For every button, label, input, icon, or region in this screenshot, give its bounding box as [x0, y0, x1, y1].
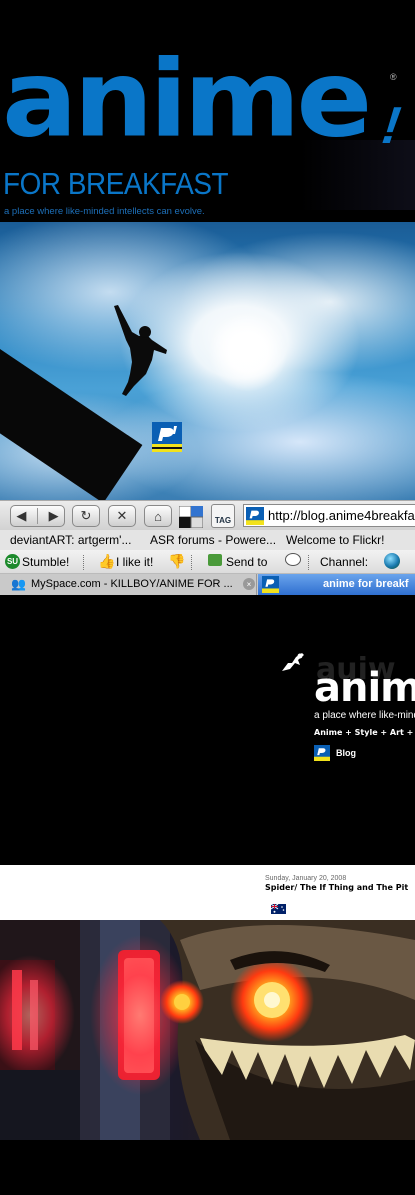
site-logo-word: anime: [2, 37, 372, 161]
site-favicon-icon: [262, 576, 279, 593]
blog-link-label[interactable]: Blog: [336, 748, 356, 758]
stop-button[interactable]: ✕: [108, 505, 136, 527]
sun-glow: [208, 312, 288, 392]
comment-bubble-icon[interactable]: [285, 553, 301, 566]
close-icon: ✕: [116, 508, 128, 523]
page-tagline: a place where like-mind: [314, 710, 415, 721]
back-forward-buttons[interactable]: ◀ ▶: [10, 505, 65, 527]
myspace-icon: 👥: [11, 577, 26, 591]
blog-badge-icon: [314, 745, 330, 761]
bookmark-item[interactable]: deviantART: artgerm'...: [10, 533, 131, 547]
address-bar-url[interactable]: http://blog.anime4breakfast: [268, 508, 415, 523]
home-icon: ⌂: [154, 508, 162, 524]
tab-anime-for-breakfast[interactable]: anime for breakf: [258, 574, 415, 595]
blog-post-header: Sunday, January 20, 2008 Spider/ The If …: [0, 865, 415, 920]
site-tagline: a place where like-minded intellects can…: [4, 206, 205, 217]
bookmark-item[interactable]: Welcome to Flickr!: [286, 533, 384, 547]
monster-illustration: [0, 920, 415, 1140]
bookmark-item[interactable]: ASR forums - Powere...: [150, 533, 276, 547]
anime4breakfast-badge-icon: [152, 422, 182, 452]
tab-label[interactable]: anime for breakf: [323, 578, 409, 590]
reload-button[interactable]: ↻: [72, 505, 100, 527]
tab-label[interactable]: MySpace.com - KILLBOY/ANIME FOR ...: [31, 578, 233, 590]
page-bottom-bar: [0, 1140, 415, 1195]
channel-label: Channel:: [320, 555, 369, 569]
send-to-icon[interactable]: [208, 554, 222, 566]
diver-silhouette-icon: [114, 305, 167, 396]
send-to-button[interactable]: Send to: [226, 555, 267, 569]
close-tab-icon[interactable]: ×: [243, 578, 255, 590]
tab-bar: 👥 MySpace.com - KILLBOY/ANIME FOR ... × …: [0, 574, 415, 595]
registered-mark: ®: [390, 72, 397, 82]
back-arrow-icon[interactable]: ◀: [16, 508, 26, 524]
site-header: anime ® ! FOR BREAKFAST a place where li…: [0, 0, 415, 222]
like-button[interactable]: I like it!: [116, 555, 153, 569]
thumbs-up-icon[interactable]: 👍: [98, 553, 115, 570]
page-nav[interactable]: Anime + Style + Art +: [314, 728, 413, 737]
home-button[interactable]: ⌂: [144, 505, 172, 527]
post-title[interactable]: Spider/ The If Thing and The Pit: [265, 883, 408, 892]
reload-icon: ↻: [80, 508, 92, 523]
tab-myspace[interactable]: 👥 MySpace.com - KILLBOY/ANIME FOR ... ×: [0, 574, 257, 595]
post-date: Sunday, January 20, 2008: [265, 875, 347, 882]
stumbleupon-icon[interactable]: SU: [5, 554, 20, 569]
forward-arrow-icon[interactable]: ▶: [49, 508, 59, 524]
delicious-icon[interactable]: [179, 506, 203, 528]
address-bar[interactable]: http://blog.anime4breakfast: [243, 504, 415, 527]
thumbs-down-icon[interactable]: 👎: [168, 553, 185, 570]
hero-sky-photo: [0, 222, 415, 500]
site-logo-subtitle: FOR BREAKFAST: [3, 166, 229, 201]
bookmarks-bar: deviantART: artgerm'... ASR forums - Pow…: [0, 530, 415, 550]
tag-button[interactable]: TAG: [211, 504, 235, 528]
stumble-button[interactable]: Stumble!: [22, 555, 69, 569]
australia-flag-icon: [271, 904, 286, 914]
webpage-content: auiw anim a place where like-mind Anime …: [0, 595, 415, 865]
runner-silhouette-icon: [282, 653, 304, 671]
stumbleupon-toolbar: SU Stumble! 👍 I like it! 👎 Send to Chann…: [0, 550, 415, 574]
monster-artwork-image: [0, 920, 415, 1140]
globe-icon[interactable]: [384, 553, 400, 569]
blog-link[interactable]: Blog: [314, 745, 356, 761]
site-favicon-icon: [246, 506, 264, 525]
browser-toolbar: ◀ ▶ ↻ ✕ ⌂ TAG http://blog.anime4breakfas…: [0, 500, 415, 530]
page-logo-word[interactable]: anim: [314, 668, 415, 708]
